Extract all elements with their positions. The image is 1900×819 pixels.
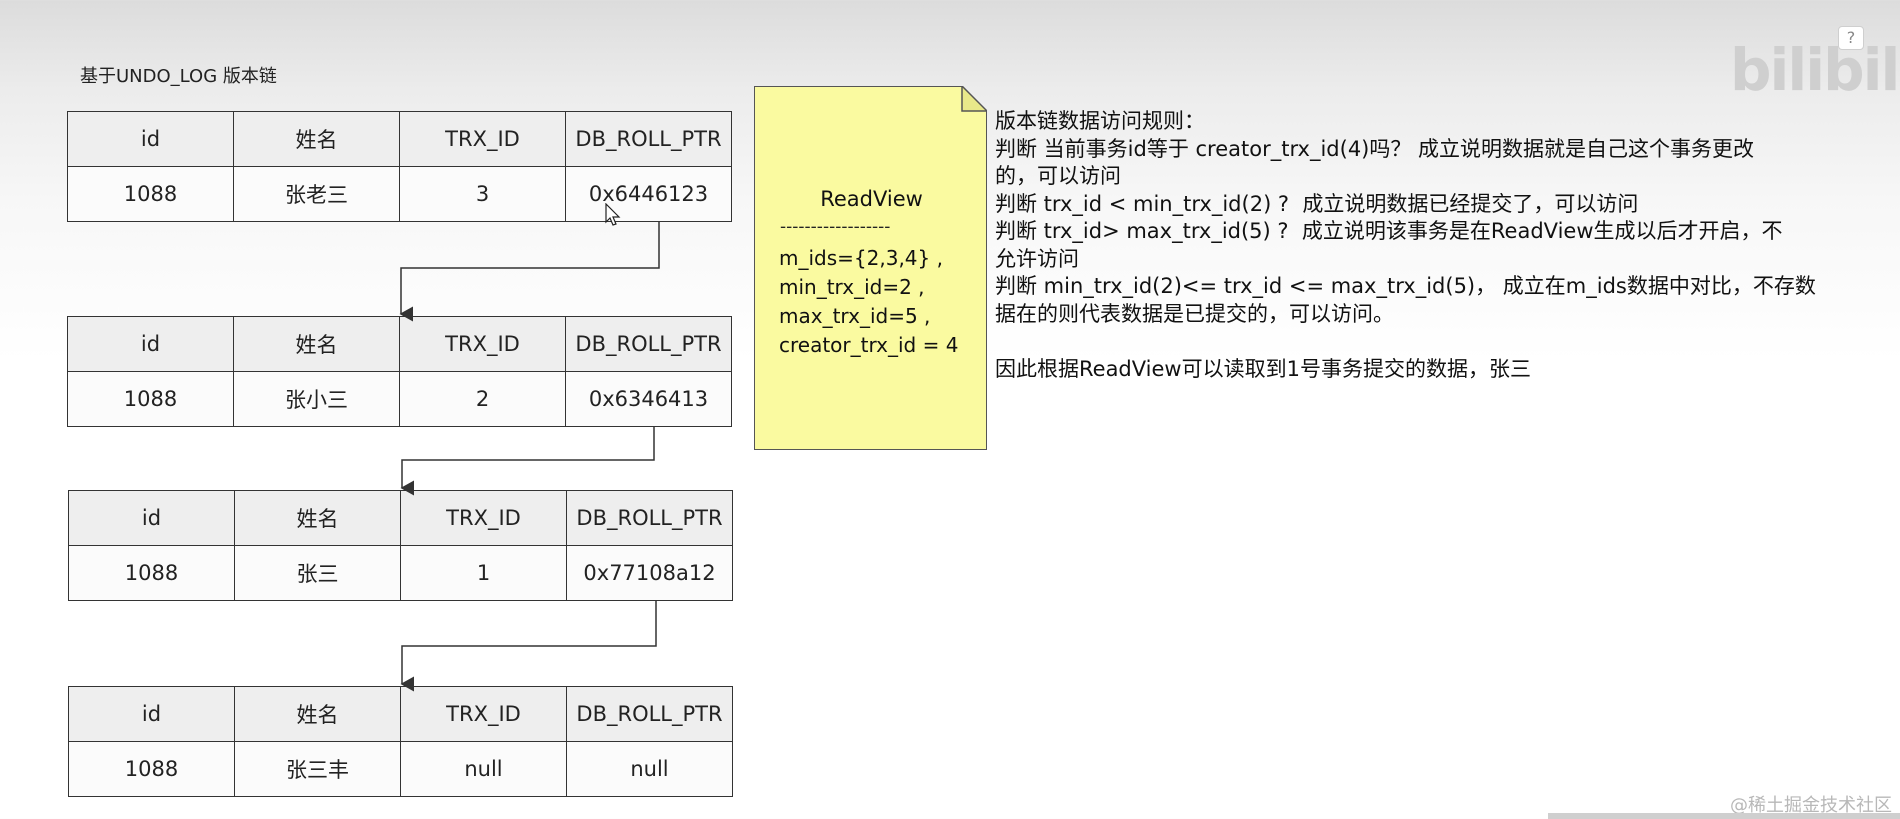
header-name: 姓名 (233, 111, 400, 167)
cell-id: 1088 (67, 166, 234, 222)
header-roll-ptr: DB_ROLL_PTR (565, 111, 732, 167)
rule-line: 允许访问 (995, 246, 1079, 271)
rule-line: 判断 min_trx_id(2)<= trx_id <= max_trx_id(… (995, 274, 1816, 298)
cell-name: 张三 (234, 545, 401, 601)
header-id: id (67, 111, 234, 167)
cell-id: 1088 (68, 741, 235, 797)
rule-line: 的，可以访问 (995, 164, 1121, 188)
undo-record-4: id 姓名 TRX_ID DB_ROLL_PTR 1088 张三丰 null n… (68, 686, 733, 797)
cell-name: 张小三 (233, 371, 400, 427)
bilibili-logo: bilibili (1730, 36, 1900, 104)
readview-max-trx-id: max_trx_id=5 , (779, 304, 931, 328)
cell-id: 1088 (67, 371, 234, 427)
connector-arrow-3 (400, 601, 657, 692)
rules-spacer (995, 328, 1855, 356)
readview-title: ReadView (820, 187, 923, 211)
header-trx-id: TRX_ID (399, 111, 566, 167)
cell-roll-ptr: 0x77108a12 (566, 545, 733, 601)
rules-heading: 版本链数据访问规则： (995, 109, 1205, 133)
readview-note: ReadView ------------------ m_ids={2,3,4… (754, 86, 987, 450)
undo-record-2: id 姓名 TRX_ID DB_ROLL_PTR 1088 张小三 2 0x63… (67, 316, 732, 427)
rule-line: 判断 trx_id < min_trx_id(2) ? 成立说明数据已经提交了，… (995, 191, 1639, 216)
rule-line: 判断 当前事务id等于 creator_trx_id(4)吗？ 成立说明数据就是… (995, 136, 1755, 161)
cell-roll-ptr: 0x6346413 (565, 371, 732, 427)
cell-roll-ptr: null (566, 741, 733, 797)
cell-roll-ptr: 0x6446123 (565, 166, 732, 222)
header-id: id (68, 490, 235, 546)
header-roll-ptr: DB_ROLL_PTR (566, 490, 733, 546)
cell-name: 张老三 (233, 166, 400, 222)
undo-record-3: id 姓名 TRX_ID DB_ROLL_PTR 1088 张三 1 0x771… (68, 490, 733, 601)
header-trx-id: TRX_ID (400, 490, 567, 546)
undo-record-1: id 姓名 TRX_ID DB_ROLL_PTR 1088 张老三 3 0x64… (67, 111, 732, 222)
rules-conclusion: 因此根据ReadView可以读取到1号事务提交的数据，张三 (995, 356, 1531, 381)
header-id: id (68, 686, 235, 742)
header-name: 姓名 (233, 316, 400, 372)
access-rules: 版本链数据访问规则： 判断 当前事务id等于 creator_trx_id(4)… (995, 108, 1855, 383)
readview-min-trx-id: min_trx_id=2 , (779, 275, 925, 299)
cell-trx-id: 1 (400, 545, 567, 601)
mouse-cursor-icon (605, 203, 621, 226)
cell-trx-id: 3 (399, 166, 566, 222)
readview-fields: m_ids={2,3,4} , min_trx_id=2 , max_trx_i… (779, 244, 958, 360)
rule-line: 判断 trx_id> max_trx_id(5) ? 成立说明该事务是在Read… (995, 219, 1783, 243)
readview-creator-trx-id: creator_trx_id = 4 (779, 333, 959, 357)
header-id: id (67, 316, 234, 372)
readview-m-ids: m_ids={2,3,4} , (779, 246, 943, 270)
page-title: 基于UNDO_LOG 版本链 (80, 66, 277, 87)
header-roll-ptr: DB_ROLL_PTR (566, 686, 733, 742)
header-name: 姓名 (234, 490, 401, 546)
cell-trx-id: 2 (399, 371, 566, 427)
help-button[interactable]: ? (1838, 26, 1864, 50)
connector-arrow-1 (399, 222, 660, 322)
cell-trx-id: null (400, 741, 567, 797)
header-name: 姓名 (234, 686, 401, 742)
readview-separator: ------------------ (780, 217, 891, 237)
header-roll-ptr: DB_ROLL_PTR (565, 316, 732, 372)
header-trx-id: TRX_ID (400, 686, 567, 742)
cell-id: 1088 (68, 545, 235, 601)
connector-arrow-2 (400, 427, 655, 496)
header-trx-id: TRX_ID (399, 316, 566, 372)
video-thumbnail-edge (1548, 813, 1900, 819)
cell-name: 张三丰 (234, 741, 401, 797)
rule-line: 据在的则代表数据是已提交的，可以访问。 (995, 301, 1394, 326)
